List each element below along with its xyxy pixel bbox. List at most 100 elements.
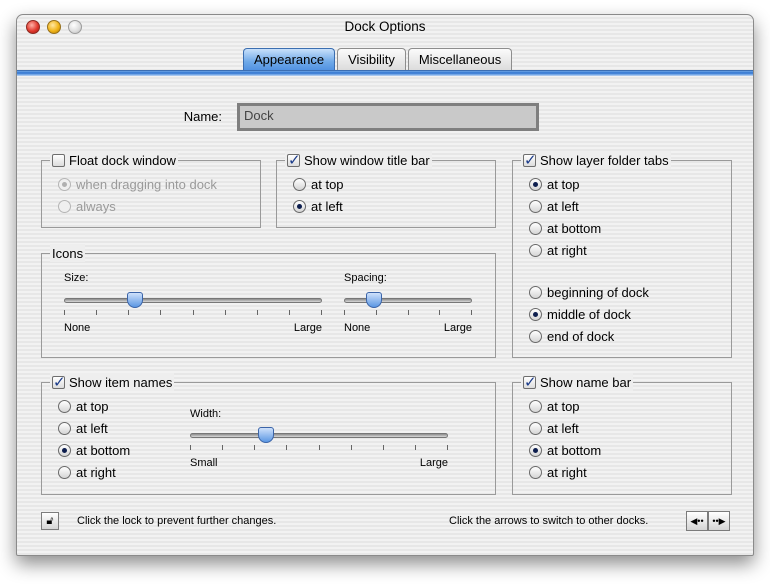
spacing-max-label: Large <box>443 322 472 334</box>
name-bar-label: Show name bar <box>540 374 632 390</box>
tab-appearance[interactable]: Appearance <box>243 48 336 72</box>
tab-divider <box>17 70 753 76</box>
title-bar-option-top[interactable]: at top <box>293 177 344 192</box>
radio-button[interactable] <box>293 200 306 213</box>
lock-button[interactable]: 🔓︎ <box>41 512 59 530</box>
radio-button[interactable] <box>529 400 542 413</box>
radio-button[interactable] <box>529 330 542 343</box>
layer-tabs-option-end[interactable]: end of dock <box>529 329 614 344</box>
width-min-label: Small <box>190 457 218 469</box>
spacing-min-label: None <box>344 322 371 334</box>
slider-tick <box>439 310 440 315</box>
previous-dock-button[interactable]: ◀•• <box>686 511 708 531</box>
name-bar-legend[interactable]: Show name bar <box>521 373 634 391</box>
radio-label: at top <box>547 177 580 192</box>
item-names-option-bottom[interactable]: at bottom <box>58 443 130 458</box>
layer-tabs-option-left[interactable]: at left <box>529 199 579 214</box>
float-dock-checkbox[interactable] <box>52 153 65 167</box>
slider-tick <box>160 310 161 315</box>
item-names-option-left[interactable]: at left <box>58 421 108 436</box>
radio-button[interactable] <box>529 222 542 235</box>
name-bar-option-bottom[interactable]: at bottom <box>529 443 601 458</box>
radio-button[interactable] <box>529 422 542 435</box>
radio-button[interactable] <box>58 444 71 457</box>
slider-track[interactable] <box>190 433 448 438</box>
radio-button[interactable] <box>529 308 542 321</box>
radio-button[interactable] <box>529 444 542 457</box>
item-names-option-top[interactable]: at top <box>58 399 109 414</box>
layer-tabs-option-top[interactable]: at top <box>529 177 580 192</box>
slider-thumb[interactable] <box>366 292 382 308</box>
slider-thumb[interactable] <box>127 292 143 308</box>
name-bar-checkbox[interactable] <box>523 373 537 391</box>
title-bar-label: Show window title bar <box>304 152 430 168</box>
radio-button[interactable] <box>58 466 71 479</box>
radio-label: at top <box>547 399 580 414</box>
slider-tick <box>321 310 322 315</box>
slider-tick <box>319 445 320 450</box>
item-names-legend[interactable]: Show item names <box>50 373 175 391</box>
name-field[interactable]: Dock <box>237 103 539 131</box>
width-max-label: Large <box>419 457 448 469</box>
layer-tabs-option-beginning[interactable]: beginning of dock <box>529 285 649 300</box>
radio-button[interactable] <box>529 286 542 299</box>
layer-tabs-option-right[interactable]: at right <box>529 243 587 258</box>
float-option-dragging: when dragging into dock <box>58 177 217 192</box>
slider-tick <box>193 310 194 315</box>
right-arrow-icon: ••▶ <box>712 516 726 526</box>
slider-tick <box>128 310 129 315</box>
slider-tick <box>222 445 223 450</box>
item-names-label: Show item names <box>69 374 173 390</box>
layer-tabs-checkbox[interactable] <box>523 151 537 169</box>
next-dock-button[interactable]: ••▶ <box>708 511 730 531</box>
radio-label: at right <box>547 243 587 258</box>
float-dock-legend[interactable]: Float dock window <box>50 151 178 169</box>
slider-tick <box>64 310 65 315</box>
radio-label: at left <box>547 199 579 214</box>
radio-label: when dragging into dock <box>76 177 217 192</box>
item-names-checkbox[interactable] <box>52 373 66 391</box>
radio-button[interactable] <box>529 244 542 257</box>
tab-visibility[interactable]: Visibility <box>337 48 406 72</box>
radio-label: at left <box>547 421 579 436</box>
slider-tick <box>286 445 287 450</box>
layer-tabs-option-bottom[interactable]: at bottom <box>529 221 601 236</box>
radio-button <box>58 178 71 191</box>
radio-button[interactable] <box>529 200 542 213</box>
layer-tabs-legend[interactable]: Show layer folder tabs <box>521 151 671 169</box>
title-bar-legend[interactable]: Show window title bar <box>285 151 432 169</box>
name-bar-option-right[interactable]: at right <box>529 465 587 480</box>
layer-tabs-label: Show layer folder tabs <box>540 152 669 168</box>
radio-button[interactable] <box>529 466 542 479</box>
radio-button[interactable] <box>293 178 306 191</box>
name-bar-option-top[interactable]: at top <box>529 399 580 414</box>
layer-tabs-option-middle[interactable]: middle of dock <box>529 307 631 322</box>
slider-track[interactable] <box>64 298 322 303</box>
radio-button[interactable] <box>58 422 71 435</box>
title-bar-option-left[interactable]: at left <box>293 199 343 214</box>
title-bar-group: Show window title bar at top at left <box>276 151 496 228</box>
left-arrow-icon: ◀•• <box>690 516 704 526</box>
radio-button[interactable] <box>529 178 542 191</box>
float-dock-label: Float dock window <box>69 152 176 168</box>
item-names-option-right[interactable]: at right <box>58 465 116 480</box>
slider-tick <box>376 310 377 315</box>
title-bar-checkbox[interactable] <box>287 151 301 169</box>
dock-options-window: Dock Options Appearance Visibility Misce… <box>16 14 754 556</box>
radio-label: at top <box>311 177 344 192</box>
name-bar-option-left[interactable]: at left <box>529 421 579 436</box>
radio-button[interactable] <box>58 400 71 413</box>
float-option-always: always <box>58 199 116 214</box>
radio-label: always <box>76 199 116 214</box>
slider-track[interactable] <box>344 298 472 303</box>
slider-thumb[interactable] <box>258 427 274 443</box>
slider-tick <box>351 445 352 450</box>
radio-label: beginning of dock <box>547 285 649 300</box>
radio-label: at bottom <box>76 443 131 458</box>
layer-tabs-group: Show layer folder tabs at top at left at… <box>512 151 732 358</box>
title-bar[interactable]: Dock Options <box>17 15 753 39</box>
slider-ticks <box>64 310 322 316</box>
slider-ticks <box>344 310 472 316</box>
arrows-hint: Click the arrows to switch to other dock… <box>449 515 649 527</box>
tab-miscellaneous[interactable]: Miscellaneous <box>407 48 513 72</box>
